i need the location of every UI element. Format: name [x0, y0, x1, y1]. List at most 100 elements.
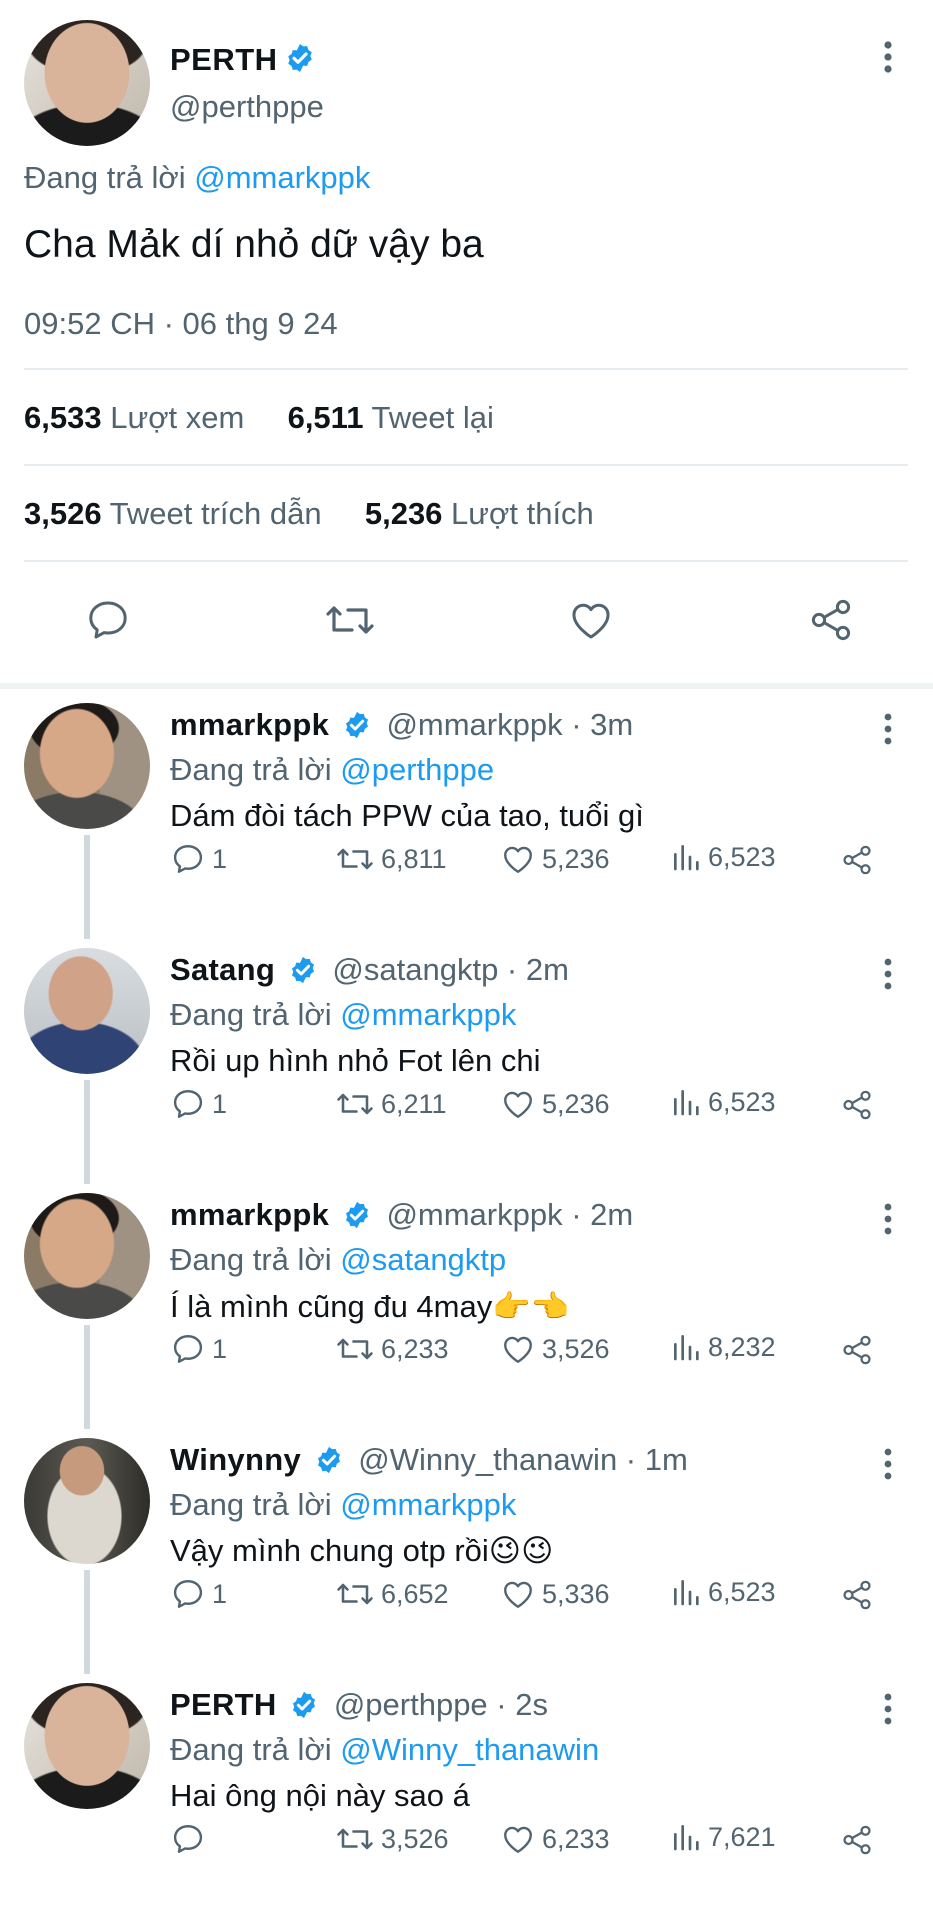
share-button[interactable]: [840, 1088, 874, 1122]
more-options-button[interactable]: [883, 713, 893, 750]
like-button[interactable]: 3,526: [500, 1331, 610, 1367]
views-button[interactable]: 7,621: [670, 1821, 776, 1853]
more-vertical-icon: [884, 1448, 892, 1480]
avatar[interactable]: [24, 948, 150, 1074]
replying-mention-link[interactable]: @mmarkppk: [340, 997, 516, 1032]
views-icon: [674, 845, 699, 871]
thread-line: [84, 1325, 90, 1429]
like-button[interactable]: [567, 596, 615, 649]
share-button[interactable]: [840, 843, 874, 877]
likes-label[interactable]: Lượt thích: [451, 496, 594, 531]
author-name[interactable]: mmarkppk: [170, 1197, 329, 1232]
reply-tweet[interactable]: Winynny @Winny_thanawin · 1m Đang trả lờ…: [0, 1424, 933, 1674]
share-button[interactable]: [840, 1823, 874, 1857]
avatar[interactable]: [24, 1683, 150, 1809]
more-options-button[interactable]: [883, 1448, 893, 1485]
like-button[interactable]: 6,233: [500, 1821, 610, 1857]
thread-line: [84, 1080, 90, 1184]
retweet-button[interactable]: 6,811: [335, 841, 447, 877]
retweet-button[interactable]: [324, 596, 376, 649]
reply-button[interactable]: 1: [170, 841, 227, 877]
views-icon: [674, 1580, 699, 1606]
retweets-count[interactable]: 6,511: [288, 400, 364, 435]
reply-body: PERTH @perthppe · 2s Đang trả lời @Winny…: [170, 1687, 893, 1814]
replying-mention-link[interactable]: @Winny_thanawin: [340, 1732, 599, 1767]
author-name[interactable]: Winynny: [170, 1442, 301, 1477]
author-handle-time[interactable]: @satangktp · 2m: [332, 952, 569, 987]
reply-body: Winynny @Winny_thanawin · 1m Đang trả lờ…: [170, 1442, 893, 1569]
tweet-text: Hai ông nội này sao á: [170, 1778, 470, 1813]
author-block: PERTH @perthppe: [170, 42, 324, 125]
reply-icon: [173, 1825, 203, 1853]
more-options-button[interactable]: [883, 1693, 893, 1730]
more-options-button[interactable]: [883, 40, 893, 79]
like-count: 3,526: [542, 1333, 610, 1364]
tweet-text: Vậy mình chung otp rồi😉😉: [170, 1533, 554, 1568]
author-name[interactable]: mmarkppk: [170, 707, 329, 742]
avatar[interactable]: [24, 20, 150, 146]
replying-prefix: Đang trả lời: [170, 752, 332, 787]
reply-icon: [173, 1335, 203, 1363]
reply-button[interactable]: 1: [170, 1576, 227, 1612]
reply-button[interactable]: [170, 1821, 212, 1857]
like-count: 5,236: [542, 1088, 610, 1119]
reply-button[interactable]: [84, 596, 132, 649]
replying-to: Đang trả lời @mmarkppk: [24, 160, 909, 196]
reply-button[interactable]: 1: [170, 1331, 227, 1367]
retweets-label[interactable]: Tweet lại: [372, 400, 494, 435]
share-icon: [811, 599, 851, 641]
likes-count[interactable]: 5,236: [365, 496, 443, 531]
share-icon: [843, 1580, 871, 1610]
reply-header: Winynny @Winny_thanawin · 1m: [170, 1442, 893, 1483]
quotes-label[interactable]: Tweet trích dẫn: [110, 496, 322, 531]
more-options-button[interactable]: [883, 958, 893, 995]
replying-to: Đang trả lời @mmarkppk: [170, 997, 893, 1033]
quotes-count[interactable]: 3,526: [24, 496, 102, 531]
author-handle-time[interactable]: @perthppe · 2s: [334, 1687, 548, 1722]
author-name[interactable]: PERTH: [170, 1687, 277, 1722]
reply-tweet[interactable]: mmarkppk @mmarkppk · 2m Đang trả lời @sa…: [0, 1179, 933, 1429]
replying-mention-link[interactable]: @mmarkppk: [340, 1487, 516, 1522]
author-name[interactable]: PERTH: [170, 42, 278, 78]
verified-badge-icon: [289, 1690, 319, 1728]
retweet-button[interactable]: 6,652: [335, 1576, 449, 1612]
views-button[interactable]: 6,523: [670, 1086, 776, 1118]
share-button[interactable]: [840, 1578, 874, 1612]
retweet-icon: [326, 606, 374, 634]
reply-tweet[interactable]: PERTH @perthppe · 2s Đang trả lời @Winny…: [0, 1669, 933, 1914]
author-handle[interactable]: @perthppe: [170, 89, 324, 125]
author-handle-time[interactable]: @mmarkppk · 2m: [386, 1197, 633, 1232]
author-handle-time[interactable]: @mmarkppk · 3m: [386, 707, 633, 742]
like-button[interactable]: 5,336: [500, 1576, 610, 1612]
replying-mention-link[interactable]: @perthppe: [340, 752, 494, 787]
views-button[interactable]: 8,232: [670, 1331, 776, 1363]
replying-mention-link[interactable]: @mmarkppk: [194, 160, 370, 195]
reply-tweet[interactable]: Satang @satangktp · 2m Đang trả lời @mma…: [0, 934, 933, 1184]
author-name[interactable]: Satang: [170, 952, 275, 987]
retweet-button[interactable]: 3,526: [335, 1821, 449, 1857]
replying-mention-link[interactable]: @satangktp: [340, 1242, 506, 1277]
main-action-bar: [0, 562, 933, 683]
reply-button[interactable]: 1: [170, 1086, 227, 1122]
avatar[interactable]: [24, 1193, 150, 1319]
like-button[interactable]: 5,236: [500, 1086, 610, 1122]
tweet-timestamp[interactable]: 09:52 CH · 06 thg 9 24: [24, 306, 909, 342]
like-icon: [504, 1336, 532, 1363]
avatar[interactable]: [24, 703, 150, 829]
reply-tweet[interactable]: mmarkppk @mmarkppk · 3m Đang trả lời @pe…: [0, 689, 933, 939]
avatar[interactable]: [24, 1438, 150, 1564]
view-count: 7,621: [708, 1821, 776, 1852]
like-button[interactable]: 5,236: [500, 841, 610, 877]
tweet-text: Cha Mảk dí nhỏ dữ vậy ba: [24, 223, 484, 266]
views-button[interactable]: 6,523: [670, 841, 776, 873]
share-button[interactable]: [807, 596, 855, 649]
author-handle-time[interactable]: @Winny_thanawin · 1m: [358, 1442, 688, 1477]
retweet-button[interactable]: 6,233: [335, 1331, 449, 1367]
views-button[interactable]: 6,523: [670, 1576, 776, 1608]
retweet-button[interactable]: 6,211: [335, 1086, 447, 1122]
view-count: 6,523: [708, 1086, 776, 1117]
retweet-icon: [337, 1093, 373, 1115]
share-button[interactable]: [840, 1333, 874, 1367]
tweet-text: Í là mình cũng đu 4may👉👈: [170, 1289, 570, 1324]
more-options-button[interactable]: [883, 1203, 893, 1240]
